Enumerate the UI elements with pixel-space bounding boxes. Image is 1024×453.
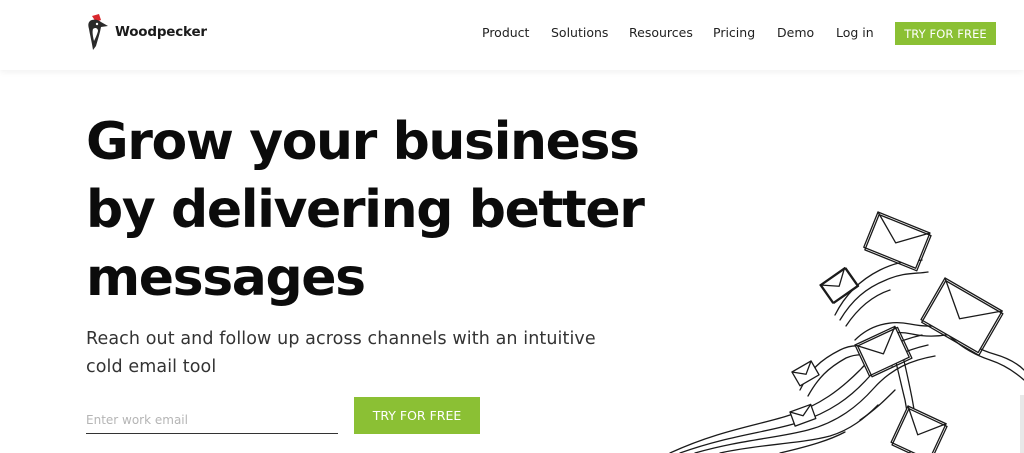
nav-item-pricing[interactable]: Pricing <box>713 25 755 40</box>
header-try-for-free-button[interactable]: TRY FOR FREE <box>895 22 996 45</box>
hero-subtitle: Reach out and follow up across channels … <box>86 325 686 381</box>
hero-title-line: Grow your business <box>86 112 640 172</box>
main-nav: Product Solutions Resources Pricing Demo… <box>0 22 1024 46</box>
nav-item-product[interactable]: Product <box>482 25 529 40</box>
hero-title: Grow your business by delivering better … <box>86 108 726 312</box>
site-header: Woodpecker Product Solutions Resources P… <box>0 0 1024 70</box>
nav-item-resources[interactable]: Resources <box>629 25 693 40</box>
page-scrollbar[interactable] <box>1020 395 1024 453</box>
hero-title-line: by delivering better <box>86 180 645 240</box>
work-email-input[interactable] <box>86 408 338 434</box>
hero-subtitle-line: Reach out and follow up across channels … <box>86 329 596 349</box>
nav-item-demo[interactable]: Demo <box>777 25 814 40</box>
nav-item-solutions[interactable]: Solutions <box>551 25 608 40</box>
hero-title-line: messages <box>86 248 366 308</box>
flying-envelopes-illustration <box>660 200 1024 453</box>
hero-subtitle-line: cold email tool <box>86 357 217 377</box>
nav-item-login[interactable]: Log in <box>836 25 874 40</box>
hero-try-for-free-button[interactable]: TRY FOR FREE <box>354 397 480 434</box>
